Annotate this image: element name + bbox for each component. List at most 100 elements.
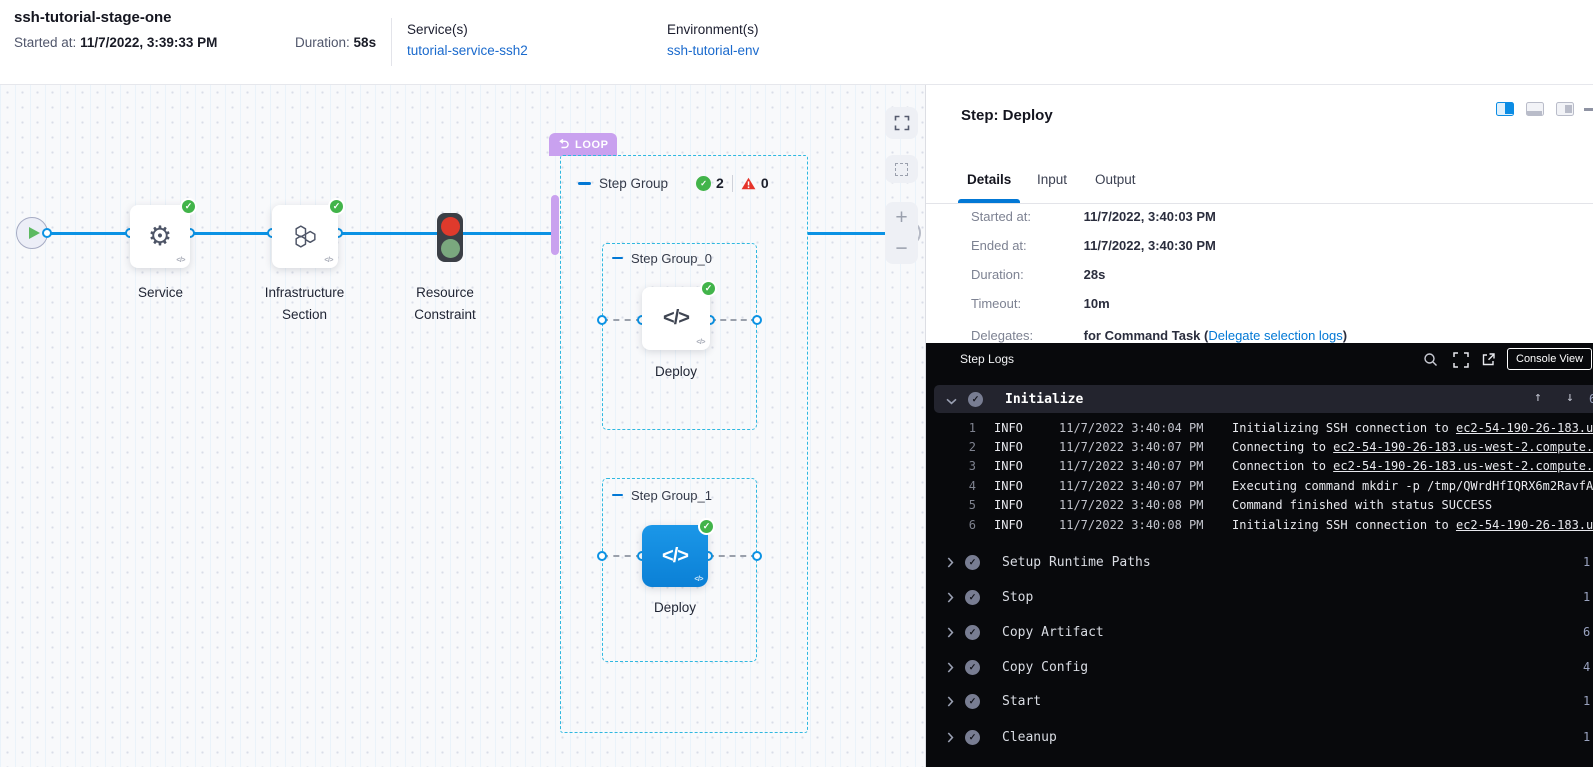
resource-constraint-node[interactable] — [437, 213, 463, 262]
code-icon: </> — [694, 576, 703, 583]
log-section-name: Cleanup — [1002, 730, 1057, 745]
detail-row-timeout: Timeout: 10m — [971, 296, 1110, 311]
port — [42, 228, 52, 238]
gear-icon: ⚙ — [148, 223, 172, 250]
canvas-zoom-controls: + − — [885, 202, 918, 264]
console-view-button[interactable]: Console View — [1507, 348, 1592, 370]
traffic-light-green-icon — [441, 239, 460, 258]
panel-tabs: Details Input Output — [926, 165, 1593, 204]
open-in-new-tab-icon[interactable] — [1481, 352, 1496, 371]
success-check-icon: ✓ — [965, 625, 980, 640]
pipeline-canvas[interactable]: ⚙ </> ✓ Service </> ✓ Infrastructure Sec… — [0, 85, 925, 767]
environment-link[interactable]: ssh-tutorial-env — [667, 43, 759, 58]
chevron-right-icon — [947, 692, 954, 711]
fullscreen-icon — [894, 115, 910, 131]
log-line: 6INFO11/7/2022 3:40:08 PMInitializing SS… — [926, 515, 1593, 534]
code-icon: </> — [696, 339, 705, 346]
dashed-connector — [710, 319, 757, 321]
log-host-link[interactable]: ec2-54-190-26-183.us-west-2.compute.a — [1333, 459, 1593, 473]
dashed-connector — [602, 555, 642, 557]
collapse-icon[interactable] — [578, 182, 591, 185]
zoom-out-button[interactable]: − — [895, 238, 907, 259]
log-line: 2INFO11/7/2022 3:40:07 PMConnecting to e… — [926, 437, 1593, 456]
service-node[interactable]: ⚙ </> ✓ — [130, 205, 190, 268]
success-check-icon: ✓ — [180, 198, 197, 215]
header-divider — [391, 18, 392, 66]
scroll-bottom-icon[interactable]: ↓ — [1566, 390, 1574, 405]
log-section-stop[interactable]: ✓ Stop 1 — [926, 582, 1593, 612]
step-logs-title: Step Logs — [960, 352, 1014, 366]
chevron-right-icon — [947, 623, 954, 642]
step-logs-toolbar: Step Logs Console View — [926, 343, 1593, 377]
success-check-icon: ✓ — [700, 280, 717, 297]
service-link[interactable]: tutorial-service-ssh2 — [407, 43, 528, 58]
detail-value: 11/7/2022, 3:40:03 PM — [1084, 209, 1216, 224]
tab-details[interactable]: Details — [967, 172, 1011, 187]
edge-infra-constraint — [338, 232, 437, 235]
log-section-name: Copy Artifact — [1002, 625, 1104, 640]
log-line: 5INFO11/7/2022 3:40:08 PMCommand finishe… — [926, 496, 1593, 515]
loop-indicator-bar — [551, 195, 559, 255]
detail-row-ended: Ended at: 11/7/2022, 3:40:30 PM — [971, 238, 1216, 253]
log-section-name: Start — [1002, 694, 1041, 709]
command-step-icon: </> — [662, 545, 688, 568]
log-section-cleanup[interactable]: ✓ Cleanup 1 — [926, 722, 1593, 752]
log-section-copy-artifact[interactable]: ✓ Copy Artifact 6 — [926, 617, 1593, 647]
log-section-setup-runtime-paths[interactable]: ✓ Setup Runtime Paths 1 — [926, 547, 1593, 577]
chevron-right-icon — [947, 728, 954, 747]
detail-label: Started at: — [971, 209, 1080, 224]
success-check-icon: ✓ — [965, 660, 980, 675]
step-group-0-header: Step Group_0 — [612, 248, 712, 268]
loop-icon — [557, 139, 570, 150]
log-host-link[interactable]: ec2-54-190-26-183.us — [1456, 518, 1593, 532]
log-section-duration: 1 — [1583, 730, 1590, 744]
step-group-status: ✓ 2 0 — [696, 175, 769, 192]
log-section-start[interactable]: ✓ Start 1 — [926, 686, 1593, 716]
collapse-icon[interactable] — [612, 494, 623, 497]
port — [597, 315, 607, 325]
split-view-icon[interactable] — [1496, 102, 1514, 116]
canvas-fullscreen-button[interactable] — [885, 107, 918, 139]
step-details-panel: Step: Deploy Details Input Output Starte… — [925, 85, 1593, 767]
minimize-panel-icon[interactable] — [1584, 108, 1593, 111]
log-line: 1INFO11/7/2022 3:40:04 PMInitializing SS… — [926, 418, 1593, 437]
log-section-name: Initialize — [1005, 392, 1083, 407]
detail-value: 11/7/2022, 3:40:30 PM — [1084, 238, 1216, 253]
step-logs-panel: Step Logs Console View ✓ Initialize — [926, 343, 1593, 767]
code-icon: </> — [176, 257, 185, 264]
log-line: 4INFO11/7/2022 3:40:07 PMExecuting comma… — [926, 476, 1593, 495]
canvas-select-button[interactable] — [885, 155, 918, 183]
log-section-name: Stop — [1002, 590, 1033, 605]
chevron-right-icon — [947, 658, 954, 677]
stage-duration: Duration: 58s — [295, 35, 376, 50]
zoom-in-button[interactable]: + — [895, 207, 907, 228]
search-icon[interactable] — [1423, 352, 1438, 371]
success-check-icon: ✓ — [968, 392, 983, 407]
services-label: Service(s) — [407, 22, 528, 37]
deploy-step-0-label: Deploy — [642, 361, 710, 383]
bottom-view-icon[interactable] — [1526, 102, 1544, 116]
tab-input[interactable]: Input — [1037, 172, 1067, 187]
dashed-connector — [602, 319, 642, 321]
expand-logs-icon[interactable] — [1453, 352, 1469, 372]
log-section-copy-config[interactable]: ✓ Copy Config 4 — [926, 652, 1593, 682]
deploy-step-node-0[interactable]: </> </> ✓ — [642, 287, 710, 350]
log-section-initialize[interactable]: ✓ Initialize ↑ ↓ 6 — [934, 385, 1593, 413]
log-section-duration: 1 — [1583, 694, 1590, 708]
tab-output[interactable]: Output — [1095, 172, 1136, 187]
scroll-top-icon[interactable]: ↑ — [1534, 390, 1542, 405]
collapse-icon[interactable] — [612, 257, 623, 260]
started-at: Started at: 11/7/2022, 3:39:33 PM — [14, 35, 217, 50]
log-section-duration: 6 — [1589, 392, 1593, 406]
log-host-link[interactable]: ec2-54-190-26-183.us-west-2.compute.a — [1333, 440, 1593, 454]
log-lines: 1INFO11/7/2022 3:40:04 PMInitializing SS… — [926, 418, 1593, 534]
panel-title: Step: Deploy — [961, 107, 1053, 124]
play-icon — [29, 227, 40, 239]
success-check-icon: ✓ — [696, 176, 711, 191]
delegate-selection-logs-link[interactable]: Delegate selection logs — [1208, 328, 1342, 343]
infrastructure-node[interactable]: </> ✓ — [272, 205, 338, 268]
infrastructure-node-label: Infrastructure Section — [248, 282, 361, 325]
log-host-link[interactable]: ec2-54-190-26-183.us — [1456, 421, 1593, 435]
right-view-icon[interactable] — [1556, 102, 1574, 116]
deploy-step-node-1-selected[interactable]: </> </> ✓ — [642, 525, 708, 587]
